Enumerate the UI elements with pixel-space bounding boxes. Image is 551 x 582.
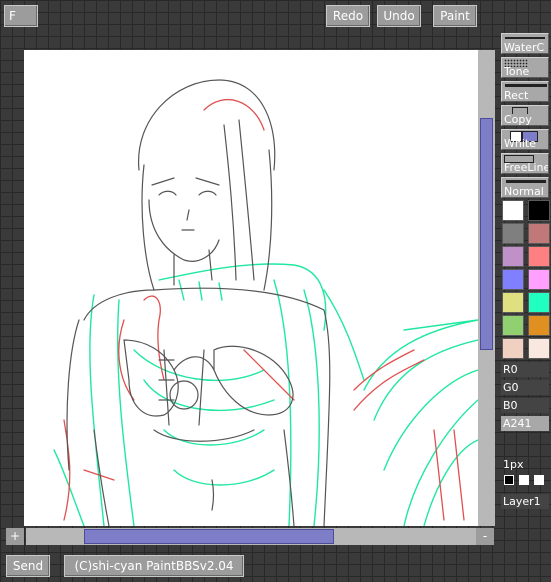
palette-swatch[interactable] — [528, 200, 550, 221]
tool-label: Rect — [504, 89, 529, 102]
palette-swatch[interactable] — [528, 292, 550, 313]
palette-swatch[interactable] — [528, 223, 550, 244]
tool-freeline[interactable]: FreeLine — [501, 153, 549, 174]
tool-label: Normal — [504, 185, 544, 198]
palette-swatch[interactable] — [528, 338, 550, 359]
rect-line-icon — [505, 84, 547, 87]
palette-swatch[interactable] — [528, 246, 550, 267]
undo-button[interactable]: Undo — [377, 5, 421, 27]
pen-size-white-icon — [534, 475, 544, 485]
sketch-drawing — [53, 79, 478, 526]
layer-selector[interactable]: Layer1 — [501, 494, 549, 509]
palette-swatch[interactable] — [528, 269, 550, 290]
mode-icon — [506, 180, 546, 183]
tool-label: FreeLine — [504, 161, 549, 174]
tool-white[interactable]: White — [501, 129, 549, 150]
pen-size-black-icon — [504, 475, 514, 485]
palette-swatch[interactable] — [502, 223, 524, 244]
f-button[interactable]: F — [4, 5, 38, 27]
alpha-channel[interactable]: A241 — [501, 416, 549, 431]
credit-label[interactable]: (C)shi-cyan PaintBBSv2.04 — [64, 555, 244, 577]
palette-swatch[interactable] — [502, 269, 524, 290]
horizontal-scroll-thumb[interactable] — [84, 529, 334, 544]
pen-size-selector[interactable] — [503, 474, 547, 486]
palette-swatch[interactable] — [502, 338, 524, 359]
vertical-scroll-thumb[interactable] — [480, 118, 493, 350]
tool-label: Copy — [504, 113, 532, 126]
palette-swatch[interactable] — [502, 315, 524, 336]
tool-tone[interactable]: Tone — [501, 57, 549, 78]
zoom-in-button[interactable]: + — [6, 528, 24, 545]
send-button[interactable]: Send — [6, 555, 50, 577]
tool-label: White — [504, 137, 536, 150]
tool-copy[interactable]: Copy — [501, 105, 549, 126]
tool-label: WaterC — [504, 41, 545, 54]
pen-stroke-icon — [505, 37, 545, 39]
redo-button[interactable]: Redo — [326, 5, 370, 27]
pen-size-label[interactable]: 1px — [501, 457, 549, 472]
zoom-out-button[interactable]: - — [476, 528, 494, 545]
palette-swatch[interactable] — [502, 292, 524, 313]
palette-swatch[interactable] — [502, 246, 524, 267]
tool-normal[interactable]: Normal — [501, 177, 549, 198]
green-channel[interactable]: G0 — [501, 380, 549, 395]
pen-size-white-icon — [519, 475, 529, 485]
red-channel[interactable]: R0 — [501, 362, 549, 377]
tool-label: Tone — [504, 65, 530, 78]
tool-watercolor[interactable]: WaterC — [501, 33, 549, 54]
paint-button[interactable]: Paint — [433, 5, 477, 27]
tool-rect[interactable]: Rect — [501, 81, 549, 102]
blue-channel[interactable]: B0 — [501, 398, 549, 413]
palette-swatch[interactable] — [502, 200, 524, 221]
palette-swatch[interactable] — [528, 315, 550, 336]
drawing-canvas[interactable] — [24, 50, 478, 526]
